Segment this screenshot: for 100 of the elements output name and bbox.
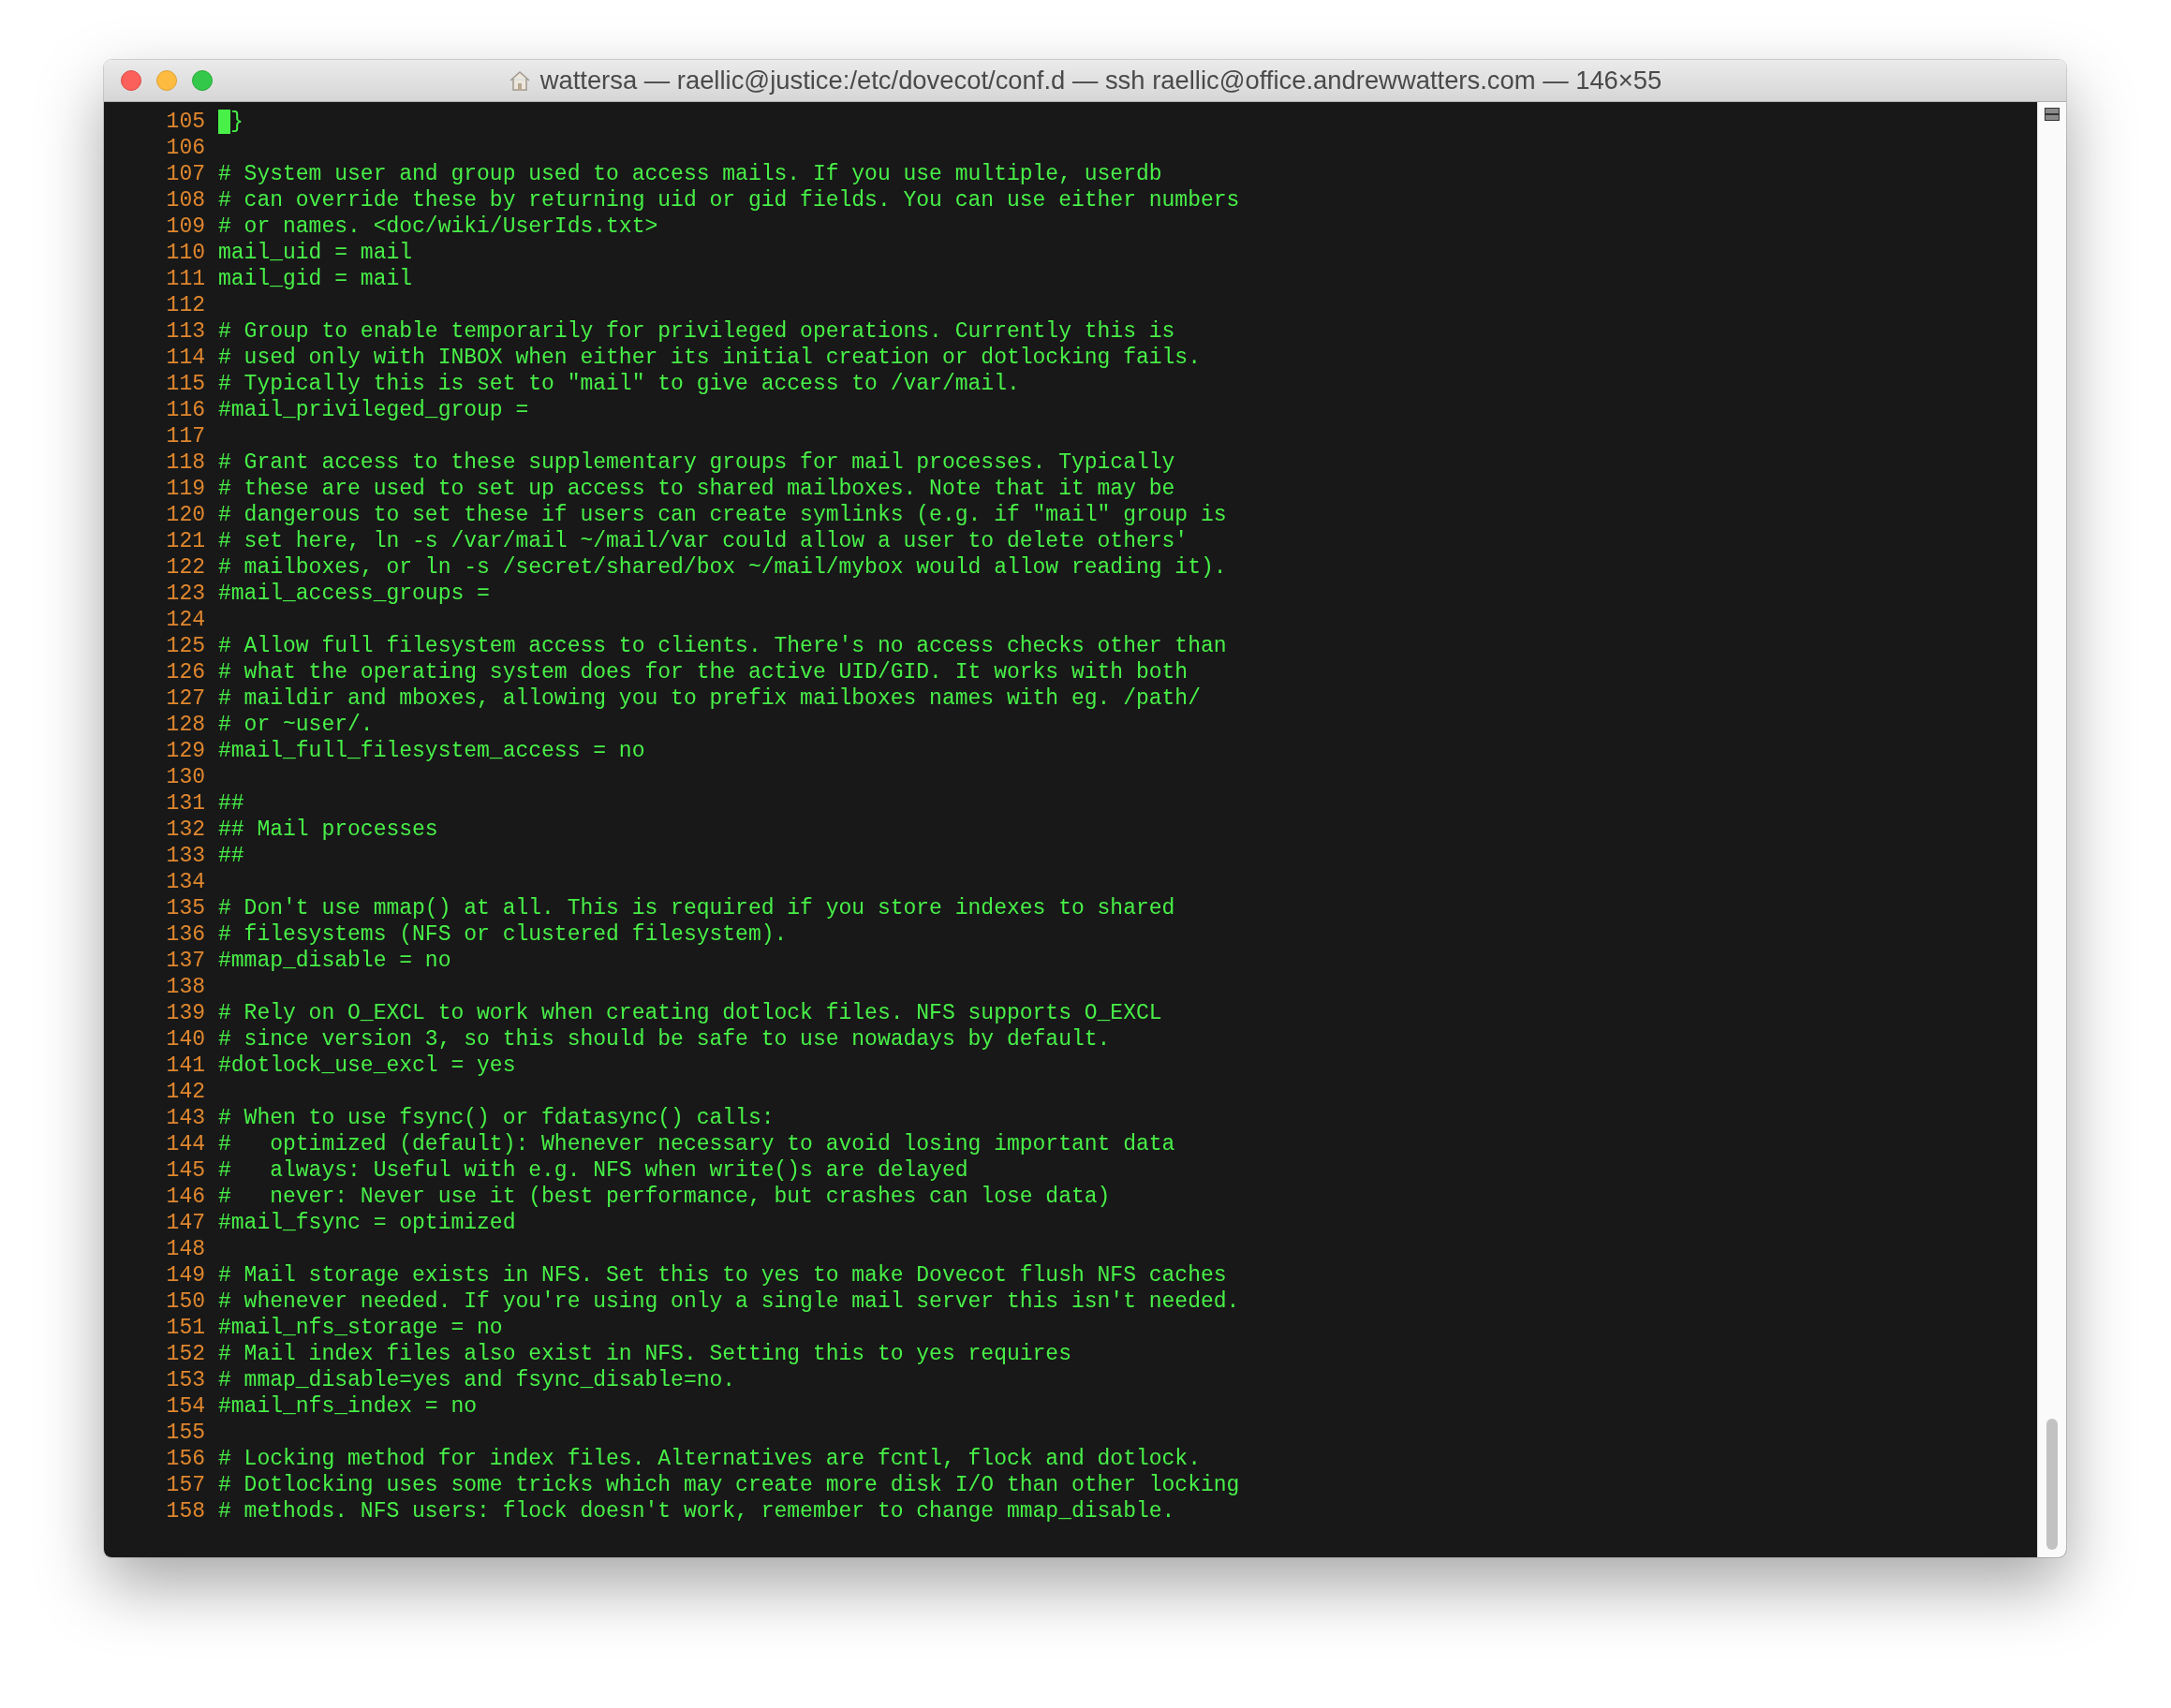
code-line: ## Mail processes	[218, 817, 438, 843]
line-number: 138	[165, 974, 205, 1000]
scrollbar-thumb[interactable]	[2046, 1419, 2058, 1550]
code-line: # Typically this is set to "mail" to give access to /var/mail.	[218, 371, 1020, 397]
code-line: # these are used to set up access to shared mailboxes. Note that it may be	[218, 476, 1175, 502]
line-number: 120	[165, 502, 205, 528]
line-number: 130	[165, 764, 205, 790]
code-line: # can override these by returning uid or gid fields. You can use either numbers	[218, 187, 1240, 214]
line-number: 124	[165, 607, 205, 633]
code-line: # Rely on O_EXCL to work when creating dotlock files. NFS supports O_EXCL	[218, 1000, 1162, 1026]
line-number: 140	[165, 1026, 205, 1053]
line-number: 145	[165, 1157, 205, 1184]
code-line: # mmap_disable=yes and fsync_disable=no.	[218, 1367, 736, 1393]
code-line: # or ~user/.	[218, 712, 374, 738]
code-line: # Group to enable temporarily for privileged operations. Currently this is	[218, 318, 1175, 345]
line-number: 128	[165, 712, 205, 738]
code-line: # used only with INBOX when either its initial creation or dotlocking fails.	[218, 345, 1201, 371]
code-line: #mail_nfs_storage = no	[218, 1315, 503, 1341]
line-number: 111	[165, 266, 205, 292]
code-line: # never: Never use it (best performance, but crashes can lose data)	[218, 1184, 1111, 1210]
line-number: 150	[165, 1288, 205, 1315]
code-line: # dangerous to set these if users can create symlinks (e.g. if "mail" group is	[218, 502, 1227, 528]
line-number: 133	[165, 843, 205, 869]
line-number: 115	[165, 371, 205, 397]
line-number: 135	[165, 895, 205, 921]
zoom-button[interactable]	[192, 70, 213, 91]
line-number: 118	[165, 449, 205, 476]
line-number: 107	[165, 161, 205, 187]
code-line: # filesystems (NFS or clustered filesystem).	[218, 921, 788, 948]
split-pane-icon[interactable]	[2045, 108, 2060, 121]
line-number: 147	[165, 1210, 205, 1236]
code-line: # what the operating system does for the active UID/GID. It works with both	[218, 659, 1189, 685]
code-line: # Mail storage exists in NFS. Set this to yes to make Dovecot flush NFS caches	[218, 1262, 1227, 1288]
code-line: # or names. <doc/wiki/UserIds.txt>	[218, 214, 658, 240]
minimize-button[interactable]	[156, 70, 177, 91]
code-line: mail_gid = mail	[218, 266, 413, 292]
line-number: 131	[165, 790, 205, 817]
line-number: 154	[165, 1393, 205, 1420]
line-number: 122	[165, 554, 205, 581]
code-line: # Dotlocking uses some tricks which may create more disk I/O than other locking	[218, 1472, 1240, 1498]
line-number: 112	[165, 292, 205, 318]
line-number: 134	[165, 869, 205, 895]
line-number: 105	[165, 109, 205, 135]
code-line: }	[230, 109, 244, 135]
code-line: # set here, ln -s /var/mail ~/mail/var could allow a user to delete others'	[218, 528, 1189, 554]
code-line: # Don't use mmap() at all. This is required if you store indexes to shared	[218, 895, 1175, 921]
code-line: # methods. NFS users: flock doesn't work, remember to change mmap_disable.	[218, 1498, 1175, 1524]
line-number: 109	[165, 214, 205, 240]
line-number: 125	[165, 633, 205, 659]
line-number: 113	[165, 318, 205, 345]
line-number: 126	[165, 659, 205, 685]
code-line: # always: Useful with e.g. NFS when write()s are delayed	[218, 1157, 968, 1184]
code-line: # mailboxes, or ln -s /secret/shared/box ~/mail/mybox would allow reading it).	[218, 554, 1227, 581]
line-number: 156	[165, 1446, 205, 1472]
line-number: 108	[165, 187, 205, 214]
code-line: # When to use fsync() or fdatasync() calls:	[218, 1105, 775, 1131]
code-line: ##	[218, 790, 244, 817]
line-number: 137	[165, 948, 205, 974]
code-line: # Allow full filesystem access to clients. There's no access checks other than	[218, 633, 1227, 659]
line-number: 117	[165, 423, 205, 449]
code-line: # Mail index files also exist in NFS. Setting this to yes requires	[218, 1341, 1071, 1367]
code-line: ##	[218, 843, 244, 869]
close-button[interactable]	[121, 70, 141, 91]
line-number: 141	[165, 1053, 205, 1079]
code-line: mail_uid = mail	[218, 240, 413, 266]
code-line: # optimized (default): Whenever necessary to avoid losing important data	[218, 1131, 1175, 1157]
line-number: 158	[165, 1498, 205, 1524]
line-number: 110	[165, 240, 205, 266]
code-line: #mail_nfs_index = no	[218, 1393, 478, 1420]
code-line: # maildir and mboxes, allowing you to prefix mailboxes names with eg. /path/	[218, 685, 1201, 712]
line-number: 151	[165, 1315, 205, 1341]
line-number: 144	[165, 1131, 205, 1157]
line-number: 127	[165, 685, 205, 712]
house-icon	[508, 70, 531, 91]
code-line: #mail_privileged_group =	[218, 397, 529, 423]
code-line: # System user and group used to access mails. If you use multiple, userdb	[218, 161, 1162, 187]
code-line: # whenever needed. If you're using only a single mail server this isn't needed.	[218, 1288, 1240, 1315]
line-number: 119	[165, 476, 205, 502]
line-number: 148	[165, 1236, 205, 1262]
line-number: 136	[165, 921, 205, 948]
line-number: 149	[165, 1262, 205, 1288]
code-line: #mmap_disable = no	[218, 948, 451, 974]
line-number: 106	[165, 135, 205, 161]
line-number: 142	[165, 1079, 205, 1105]
line-number: 121	[165, 528, 205, 554]
line-number: 152	[165, 1341, 205, 1367]
code-line: #mail_access_groups =	[218, 581, 490, 607]
code-line: # Grant access to these supplementary groups for mail processes. Typically	[218, 449, 1175, 476]
code-line: # Locking method for index files. Alternatives are fcntl, flock and dotlock.	[218, 1446, 1201, 1472]
line-number: 116	[165, 397, 205, 423]
line-number: 114	[165, 345, 205, 371]
line-number: 146	[165, 1184, 205, 1210]
line-number: 153	[165, 1367, 205, 1393]
window-title: wattersa — raellic@justice:/etc/dovecot/conf.d — ssh raellic@office.andrewwatters.com — 146×55	[539, 66, 1662, 96]
line-number: 143	[165, 1105, 205, 1131]
line-number: 155	[165, 1420, 205, 1446]
code-line: #dotlock_use_excl = yes	[218, 1053, 516, 1079]
line-number: 129	[165, 738, 205, 764]
code-line: # since version 3, so this should be safe to use nowadays by default.	[218, 1026, 1111, 1053]
line-number: 157	[165, 1472, 205, 1498]
